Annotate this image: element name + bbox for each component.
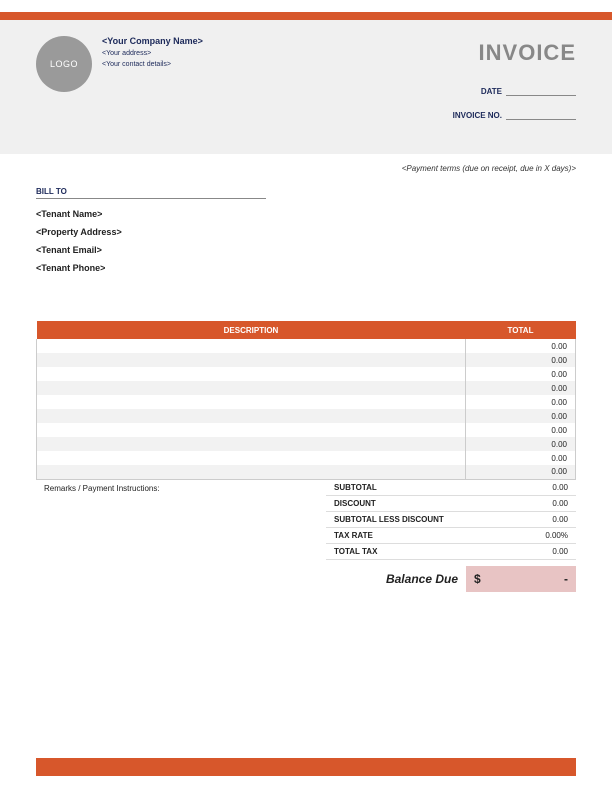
less-discount-value: 0.00 <box>488 515 568 524</box>
item-total[interactable]: 0.00 <box>466 465 576 479</box>
company-address: <Your address> <box>102 50 203 57</box>
balance-due-value: $ - <box>466 566 576 592</box>
tax-rate-value: 0.00% <box>488 531 568 540</box>
invoice-no-row: INVOICE NO. <box>432 106 576 120</box>
line-items-table: DESCRIPTION TOTAL 0.000.000.000.000.000.… <box>36 321 576 480</box>
item-total[interactable]: 0.00 <box>466 437 576 451</box>
table-row: 0.00 <box>37 451 576 465</box>
table-header-row: DESCRIPTION TOTAL <box>37 321 576 339</box>
item-description[interactable] <box>37 437 466 451</box>
item-description[interactable] <box>37 395 466 409</box>
tenant-phone: <Tenant Phone> <box>36 263 576 273</box>
item-description[interactable] <box>37 353 466 367</box>
discount-label: DISCOUNT <box>334 499 376 508</box>
table-row: 0.00 <box>37 339 576 353</box>
company-name: <Your Company Name> <box>102 36 203 46</box>
remarks-label: Remarks / Payment Instructions: <box>36 480 326 592</box>
item-description[interactable] <box>37 423 466 437</box>
header-section: LOGO <Your Company Name> <Your address> … <box>0 20 612 154</box>
table-row: 0.00 <box>37 381 576 395</box>
totals-block: SUBTOTAL 0.00 DISCOUNT 0.00 SUBTOTAL LES… <box>326 480 576 592</box>
bill-to-section: BILL TO <Tenant Name> <Property Address>… <box>0 179 612 301</box>
summary-section: Remarks / Payment Instructions: SUBTOTAL… <box>36 480 576 592</box>
header-description: DESCRIPTION <box>37 321 466 339</box>
item-description[interactable] <box>37 339 466 353</box>
invoice-no-label: INVOICE NO. <box>432 111 502 120</box>
item-total[interactable]: 0.00 <box>466 395 576 409</box>
bill-to-label: BILL TO <box>36 187 266 199</box>
balance-amount: - <box>564 572 568 586</box>
table-row: 0.00 <box>37 465 576 479</box>
tenant-name: <Tenant Name> <box>36 209 576 219</box>
balance-due-label: Balance Due <box>326 572 466 586</box>
balance-due-row: Balance Due $ - <box>326 566 576 592</box>
invoice-no-value-field[interactable] <box>506 106 576 120</box>
invoice-title: INVOICE <box>432 40 576 66</box>
total-tax-value: 0.00 <box>488 547 568 556</box>
subtotal-value: 0.00 <box>488 483 568 492</box>
table-row: 0.00 <box>37 409 576 423</box>
table-row: 0.00 <box>37 395 576 409</box>
item-description[interactable] <box>37 367 466 381</box>
table-row: 0.00 <box>37 353 576 367</box>
total-tax-row: TOTAL TAX 0.00 <box>326 544 576 560</box>
header-total: TOTAL <box>466 321 576 339</box>
invoice-meta-block: INVOICE DATE INVOICE NO. <box>432 36 576 130</box>
item-total[interactable]: 0.00 <box>466 451 576 465</box>
item-total[interactable]: 0.00 <box>466 339 576 353</box>
payment-terms: <Payment terms (due on receipt, due in X… <box>0 154 612 179</box>
tax-rate-label: TAX RATE <box>334 531 373 540</box>
bottom-accent-bar <box>36 758 576 776</box>
company-contact: <Your contact details> <box>102 61 203 68</box>
item-description[interactable] <box>37 451 466 465</box>
company-block: LOGO <Your Company Name> <Your address> … <box>36 36 203 130</box>
date-value-field[interactable] <box>506 82 576 96</box>
property-address: <Property Address> <box>36 227 576 237</box>
item-description[interactable] <box>37 409 466 423</box>
item-total[interactable]: 0.00 <box>466 423 576 437</box>
company-text: <Your Company Name> <Your address> <Your… <box>102 36 203 130</box>
discount-value: 0.00 <box>488 499 568 508</box>
item-total[interactable]: 0.00 <box>466 353 576 367</box>
item-total[interactable]: 0.00 <box>466 367 576 381</box>
table-row: 0.00 <box>37 423 576 437</box>
less-discount-label: SUBTOTAL LESS DISCOUNT <box>334 515 444 524</box>
balance-currency: $ <box>474 572 481 586</box>
total-tax-label: TOTAL TAX <box>334 547 377 556</box>
table-row: 0.00 <box>37 437 576 451</box>
item-description[interactable] <box>37 381 466 395</box>
item-total[interactable]: 0.00 <box>466 409 576 423</box>
tenant-email: <Tenant Email> <box>36 245 576 255</box>
table-row: 0.00 <box>37 367 576 381</box>
tax-rate-row: TAX RATE 0.00% <box>326 528 576 544</box>
top-accent-bar <box>0 12 612 20</box>
subtotal-label: SUBTOTAL <box>334 483 377 492</box>
date-row: DATE <box>432 82 576 96</box>
date-label: DATE <box>432 87 502 96</box>
item-description[interactable] <box>37 465 466 479</box>
discount-row: DISCOUNT 0.00 <box>326 496 576 512</box>
logo-placeholder: LOGO <box>36 36 92 92</box>
less-discount-row: SUBTOTAL LESS DISCOUNT 0.00 <box>326 512 576 528</box>
item-total[interactable]: 0.00 <box>466 381 576 395</box>
subtotal-row: SUBTOTAL 0.00 <box>326 480 576 496</box>
